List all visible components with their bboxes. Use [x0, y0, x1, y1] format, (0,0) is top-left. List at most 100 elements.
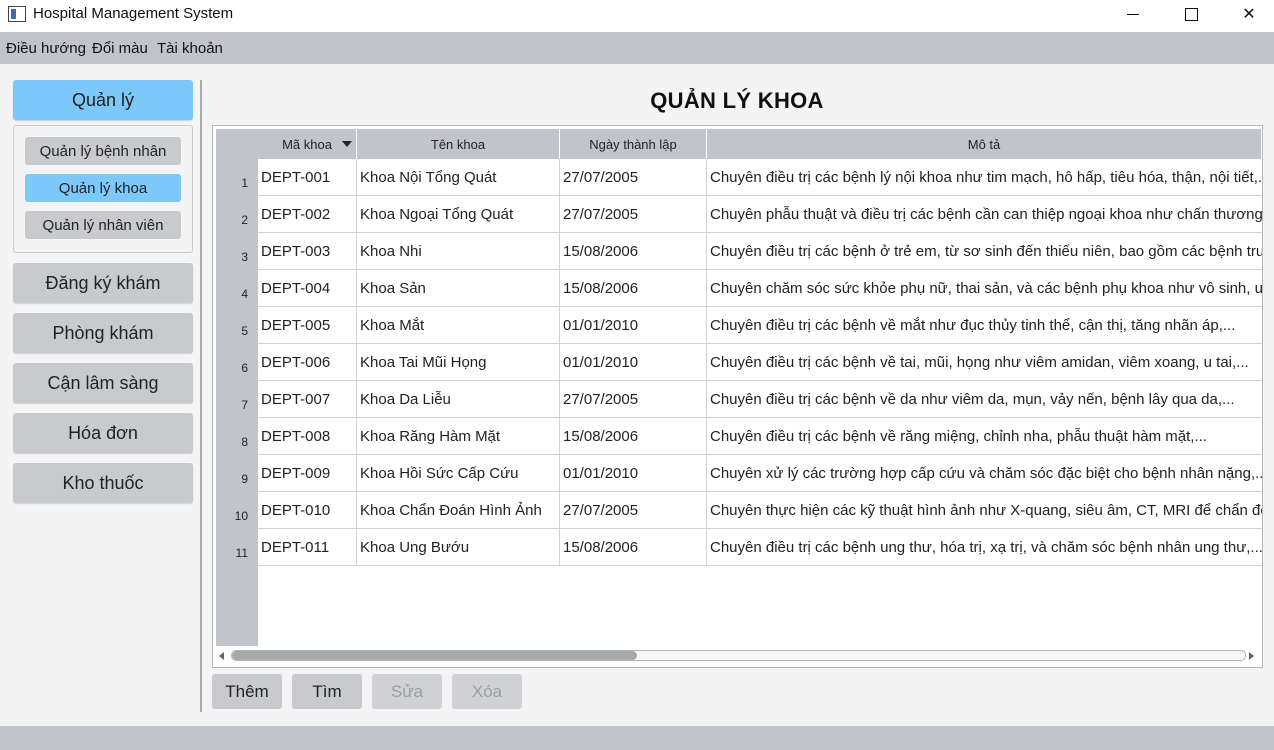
menu-change-color[interactable]: Đổi màu: [92, 40, 148, 57]
maximize-button[interactable]: [1162, 0, 1220, 28]
cell-name[interactable]: Khoa Hồi Sức Cấp Cứu: [357, 455, 560, 492]
cell-date[interactable]: 15/08/2006: [560, 418, 707, 455]
cell-description[interactable]: Chuyên phẫu thuật và điều trị các bệnh c…: [707, 196, 1262, 233]
cell-date[interactable]: 01/01/2010: [560, 344, 707, 381]
sub-item-patients[interactable]: Quản lý bệnh nhân: [25, 137, 181, 165]
menu-bar: Điều hướng Đổi màu Tài khoản: [0, 32, 1274, 64]
table-row[interactable]: 1 DEPT-001 Khoa Nội Tổng Quát 27/07/2005 Chu…: [216, 159, 1262, 196]
column-header-description[interactable]: Mô tả: [707, 129, 1261, 159]
close-button[interactable]: ✕: [1220, 0, 1274, 28]
cell-description[interactable]: Chuyên điều trị các bệnh về mắt như đục …: [707, 307, 1262, 344]
row-number: 3: [241, 250, 248, 264]
edit-button[interactable]: Sửa: [372, 674, 442, 709]
minimize-icon: [1127, 13, 1139, 15]
scroll-left-icon[interactable]: [219, 652, 224, 660]
cell-id[interactable]: DEPT-008: [258, 418, 357, 455]
row-number: 11: [235, 546, 248, 560]
menu-account[interactable]: Tài khoản: [157, 40, 223, 57]
find-button[interactable]: Tìm: [292, 674, 362, 709]
row-number: 2: [241, 213, 248, 227]
table-row[interactable]: 5 DEPT-005 Khoa Mắt 01/01/2010 Chuyên điều t…: [216, 307, 1262, 344]
sub-item-staff[interactable]: Quản lý nhân viên: [25, 211, 181, 239]
minimize-button[interactable]: [1104, 0, 1162, 28]
cell-id[interactable]: DEPT-007: [258, 381, 357, 418]
row-number: 1: [241, 176, 248, 190]
sidebar-divider: [200, 80, 202, 712]
column-header-date[interactable]: Ngày thành lập: [560, 129, 707, 159]
cell-name[interactable]: Khoa Mắt: [357, 307, 560, 344]
nav-paraclinical[interactable]: Cận lâm sàng: [13, 363, 193, 403]
cell-date[interactable]: 27/07/2005: [560, 196, 707, 233]
cell-name[interactable]: Khoa Răng Hàm Mặt: [357, 418, 560, 455]
cell-name[interactable]: Khoa Chẩn Đoán Hình Ảnh: [357, 492, 560, 529]
cell-description[interactable]: Chuyên điều trị các bệnh ở trẻ em, từ sơ…: [707, 233, 1262, 270]
table-header: Mã khoa Tên khoa Ngày thành lập Mô tả: [258, 129, 1261, 159]
nav-registration[interactable]: Đăng ký khám: [13, 263, 193, 303]
table-row[interactable]: 11 DEPT-011 Khoa Ung Bướu 15/08/2006 Chuyên …: [216, 529, 1262, 566]
nav-clinic-rooms[interactable]: Phòng khám: [13, 313, 193, 353]
row-divider: [258, 565, 1262, 566]
sort-descending-icon: [342, 141, 352, 147]
title-bar: Hospital Management System ✕: [0, 0, 1274, 32]
cell-id[interactable]: DEPT-011: [258, 529, 357, 566]
cell-date[interactable]: 01/01/2010: [560, 307, 707, 344]
scroll-right-icon[interactable]: [1249, 652, 1254, 660]
table-row[interactable]: 7 DEPT-007 Khoa Da Liễu 27/07/2005 Chuyên đi…: [216, 381, 1262, 418]
row-number: 4: [241, 287, 248, 301]
column-header-name[interactable]: Tên khoa: [357, 129, 560, 159]
window-title: Hospital Management System: [33, 5, 234, 22]
cell-description[interactable]: Chuyên điều trị các bệnh ung thư, hóa tr…: [707, 529, 1262, 566]
cell-name[interactable]: Khoa Sản: [357, 270, 560, 307]
maximize-icon: [1184, 7, 1198, 21]
cell-id[interactable]: DEPT-004: [258, 270, 357, 307]
cell-description[interactable]: Chuyên điều trị các bệnh về tai, mũi, họ…: [707, 344, 1262, 381]
row-number: 7: [241, 398, 248, 412]
table-row[interactable]: 2 DEPT-002 Khoa Ngoại Tổng Quát 27/07/2005 C…: [216, 196, 1262, 233]
cell-date[interactable]: 27/07/2005: [560, 159, 707, 196]
cell-date[interactable]: 15/08/2006: [560, 529, 707, 566]
cell-description[interactable]: Chuyên điều trị các bệnh lý nội khoa như…: [707, 159, 1262, 196]
cell-date[interactable]: 15/08/2006: [560, 233, 707, 270]
row-number: 8: [241, 435, 248, 449]
departments-table[interactable]: Mã khoa Tên khoa Ngày thành lập Mô tả 1D…: [212, 125, 1263, 668]
cell-id[interactable]: DEPT-010: [258, 492, 357, 529]
cell-name[interactable]: Khoa Da Liễu: [357, 381, 560, 418]
cell-description[interactable]: Chuyên xử lý các trường hợp cấp cứu và c…: [707, 455, 1262, 492]
table-row[interactable]: 8 DEPT-008 Khoa Răng Hàm Mặt 15/08/2006 Chuy…: [216, 418, 1262, 455]
scroll-track[interactable]: [231, 650, 1246, 661]
table-row[interactable]: 4 DEPT-004 Khoa Sản 15/08/2006 Chuyên chăm s…: [216, 270, 1262, 307]
cell-id[interactable]: DEPT-003: [258, 233, 357, 270]
table-row[interactable]: 9 DEPT-009 Khoa Hồi Sức Cấp Cứu 01/01/2010 C…: [216, 455, 1262, 492]
column-header-id[interactable]: Mã khoa: [258, 129, 357, 159]
horizontal-scrollbar[interactable]: [216, 649, 1259, 663]
cell-id[interactable]: DEPT-009: [258, 455, 357, 492]
table-row[interactable]: 6 DEPT-006 Khoa Tai Mũi Họng 01/01/2010 Chuy…: [216, 344, 1262, 381]
cell-id[interactable]: DEPT-002: [258, 196, 357, 233]
nav-pharmacy[interactable]: Kho thuốc: [13, 463, 193, 503]
nav-management-group[interactable]: Quản lý: [13, 80, 193, 120]
table-row[interactable]: 3 DEPT-003 Khoa Nhi 15/08/2006 Chuyên điều t…: [216, 233, 1262, 270]
cell-description[interactable]: Chuyên điều trị các bệnh về răng miệng, …: [707, 418, 1262, 455]
cell-name[interactable]: Khoa Nhi: [357, 233, 560, 270]
cell-date[interactable]: 27/07/2005: [560, 492, 707, 529]
cell-date[interactable]: 15/08/2006: [560, 270, 707, 307]
scroll-thumb[interactable]: [232, 651, 637, 660]
cell-date[interactable]: 01/01/2010: [560, 455, 707, 492]
cell-description[interactable]: Chuyên chăm sóc sức khỏe phụ nữ, thai sả…: [707, 270, 1262, 307]
delete-button[interactable]: Xóa: [452, 674, 522, 709]
cell-name[interactable]: Khoa Ngoại Tổng Quát: [357, 196, 560, 233]
sub-item-departments[interactable]: Quản lý khoa: [25, 174, 181, 202]
cell-name[interactable]: Khoa Nội Tổng Quát: [357, 159, 560, 196]
table-row[interactable]: 10 DEPT-010 Khoa Chẩn Đoán Hình Ảnh 27/07/2…: [216, 492, 1262, 529]
cell-name[interactable]: Khoa Ung Bướu: [357, 529, 560, 566]
nav-invoices[interactable]: Hóa đơn: [13, 413, 193, 453]
menu-navigation[interactable]: Điều hướng: [6, 40, 86, 57]
cell-name[interactable]: Khoa Tai Mũi Họng: [357, 344, 560, 381]
cell-description[interactable]: Chuyên điều trị các bệnh về da như viêm …: [707, 381, 1262, 418]
cell-description[interactable]: Chuyên thực hiện các kỹ thuật hình ảnh n…: [707, 492, 1262, 529]
cell-id[interactable]: DEPT-001: [258, 159, 357, 196]
add-button[interactable]: Thêm: [212, 674, 282, 709]
cell-id[interactable]: DEPT-005: [258, 307, 357, 344]
cell-date[interactable]: 27/07/2005: [560, 381, 707, 418]
cell-id[interactable]: DEPT-006: [258, 344, 357, 381]
